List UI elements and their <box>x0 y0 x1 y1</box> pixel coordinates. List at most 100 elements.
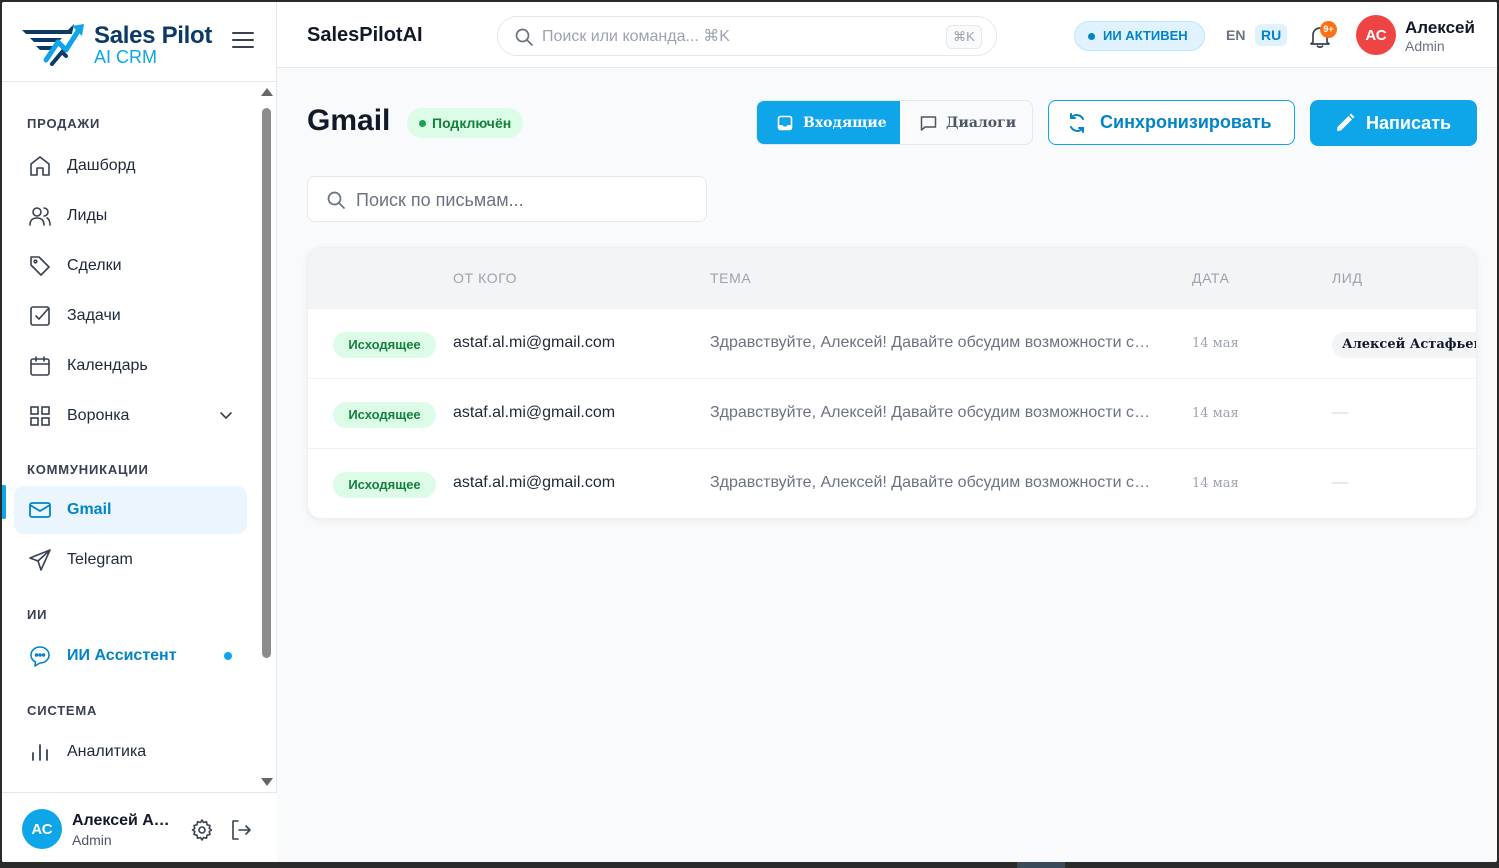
page-title: Gmail <box>307 104 391 137</box>
mail-table: ОТ КОГО ТЕМА ДАТА ЛИД Исходящее astaf.al… <box>307 247 1477 519</box>
section-title-sales: ПРОДАЖИ <box>27 116 101 131</box>
mail-date: 14 мая <box>1192 406 1239 421</box>
tag-icon <box>30 256 50 276</box>
top-header: SalesPilotAI ⌘K ИИ АКТИВЕН EN RU 9+ АС А… <box>277 2 1497 68</box>
lead-empty: — <box>1332 474 1348 491</box>
mail-date: 14 мая <box>1192 476 1239 491</box>
search-icon <box>515 28 533 46</box>
refresh-icon <box>1070 113 1084 133</box>
brand-name: Sales Pilot <box>94 22 213 49</box>
scroll-down-arrow-icon[interactable] <box>261 778 273 786</box>
global-search-input[interactable] <box>542 25 922 49</box>
column-header-date[interactable]: ДАТА <box>1192 270 1230 286</box>
sidebar-item-label: Задачи <box>67 307 121 324</box>
taskbar-item[interactable] <box>1017 862 1065 868</box>
mail-date: 14 мая <box>1192 336 1239 351</box>
sidebar-user-panel: АС Алексей Астафьев Admin <box>2 792 277 862</box>
sidebar-item-label: Воронка <box>67 407 130 424</box>
sidebar-item-analytics[interactable]: Аналитика <box>14 728 247 776</box>
checkbox-icon <box>30 306 50 326</box>
mail-subject: Здравствуйте, Алексей! Давайте обсудим в… <box>710 334 1155 351</box>
sidebar-item-dashboard[interactable]: Дашборд <box>14 142 247 190</box>
sidebar-item-label: Календарь <box>67 357 148 374</box>
main-content: Gmail Подключён Входящие Диалоги Синхрон… <box>277 68 1497 862</box>
taskbar-strip <box>0 862 1499 868</box>
header-user-name: Алексей <box>1405 18 1475 37</box>
sidebar-user-role: Admin <box>72 832 112 848</box>
sync-button[interactable]: Синхронизировать <box>1048 100 1295 145</box>
column-header-lead[interactable]: ЛИД <box>1332 270 1363 286</box>
sender-email: astaf.al.mi@gmail.com <box>453 334 616 351</box>
mail-search-input[interactable] <box>356 188 686 212</box>
lang-ru-button[interactable]: RU <box>1255 24 1288 46</box>
sidebar-item-label: Telegram <box>67 551 133 568</box>
table-row[interactable]: Исходящее astaf.al.mi@gmail.com Здравств… <box>308 378 1476 448</box>
table-row[interactable]: Исходящее astaf.al.mi@gmail.com Здравств… <box>308 308 1476 378</box>
hamburger-menu-icon[interactable] <box>232 32 254 52</box>
column-header-from[interactable]: ОТ КОГО <box>453 270 517 286</box>
active-indicator <box>2 485 6 519</box>
users-icon <box>29 207 51 226</box>
send-icon <box>29 549 51 571</box>
gear-icon[interactable] <box>190 818 214 842</box>
grid-icon <box>30 406 50 426</box>
sidebar-item-label: Дашборд <box>67 157 136 174</box>
shortcut-hint: ⌘K <box>946 25 982 49</box>
ai-status-badge[interactable]: ИИ АКТИВЕН <box>1074 21 1205 51</box>
header-user-role: Admin <box>1405 38 1445 54</box>
chevron-down-icon[interactable] <box>217 406 235 424</box>
mail-subject: Здравствуйте, Алексей! Давайте обсудим в… <box>710 404 1155 421</box>
sidebar-nav: ПРОДАЖИ Дашборд Лиды Сделки Задачи Кален… <box>2 82 260 792</box>
lead-empty: — <box>1332 404 1348 421</box>
direction-badge: Исходящее <box>333 402 436 428</box>
sidebar-item-deals[interactable]: Сделки <box>14 242 247 290</box>
mail-search[interactable] <box>307 176 707 222</box>
compose-button[interactable]: Написать <box>1310 100 1477 146</box>
inbox-icon <box>777 115 793 131</box>
sync-button-label: Синхронизировать <box>1100 112 1272 132</box>
sidebar-item-funnel[interactable]: Воронка <box>14 392 247 440</box>
app-window: Sales Pilot AI CRM ПРОДАЖИ Дашборд Лиды … <box>2 2 1497 862</box>
sales-pilot-logo <box>22 24 84 66</box>
scrollbar-thumb[interactable] <box>262 108 271 658</box>
avatar[interactable]: АС <box>1356 15 1396 55</box>
sidebar-item-ai-assistant[interactable]: ИИ Ассистент <box>14 632 247 680</box>
sender-email: astaf.al.mi@gmail.com <box>453 404 616 421</box>
table-row[interactable]: Исходящее astaf.al.mi@gmail.com Здравств… <box>308 448 1476 518</box>
sidebar: Sales Pilot AI CRM ПРОДАЖИ Дашборд Лиды … <box>2 2 277 862</box>
sidebar-item-label: Gmail <box>67 501 112 518</box>
logout-icon[interactable] <box>229 818 253 842</box>
sender-email: astaf.al.mi@gmail.com <box>453 474 616 491</box>
view-toggle: Входящие Диалоги <box>756 100 1033 145</box>
chat-bubble-icon <box>30 646 50 667</box>
tab-dialogs[interactable]: Диалоги <box>900 101 1032 144</box>
bar-chart-icon <box>32 744 48 761</box>
lead-chip[interactable]: Алексей Астафьев <box>1332 332 1476 358</box>
column-header-subject[interactable]: ТЕМА <box>710 270 751 286</box>
compose-button-label: Написать <box>1366 113 1452 133</box>
sidebar-item-calendar[interactable]: Календарь <box>14 342 247 390</box>
scroll-up-arrow-icon[interactable] <box>261 88 273 96</box>
tab-dialogs-label: Диалоги <box>946 115 1017 131</box>
avatar[interactable]: АС <box>22 809 62 849</box>
sidebar-item-label: Аналитика <box>67 743 147 760</box>
status-dot <box>224 652 232 660</box>
sidebar-item-leads[interactable]: Лиды <box>14 192 247 240</box>
sidebar-item-telegram[interactable]: Telegram <box>14 536 247 584</box>
message-square-icon <box>920 116 937 131</box>
sidebar-item-tasks[interactable]: Задачи <box>14 292 247 340</box>
section-title-ai: ИИ <box>27 607 48 622</box>
sidebar-item-label: Сделки <box>67 257 122 274</box>
sidebar-scrollbar[interactable] <box>260 86 274 794</box>
calendar-icon <box>30 356 50 376</box>
tab-inbox[interactable]: Входящие <box>757 101 900 144</box>
lang-en-button[interactable]: EN <box>1226 27 1245 43</box>
sidebar-item-gmail[interactable]: Gmail <box>14 486 247 534</box>
sidebar-user-name: Алексей Астафьев <box>72 812 177 829</box>
tab-inbox-label: Входящие <box>803 115 887 131</box>
sidebar-item-label: ИИ Ассистент <box>67 647 177 664</box>
global-search[interactable]: ⌘K <box>497 16 997 56</box>
section-title-communications: КОММУНИКАЦИИ <box>27 462 149 477</box>
status-badge: Подключён <box>407 108 524 138</box>
pencil-icon <box>1337 113 1355 131</box>
